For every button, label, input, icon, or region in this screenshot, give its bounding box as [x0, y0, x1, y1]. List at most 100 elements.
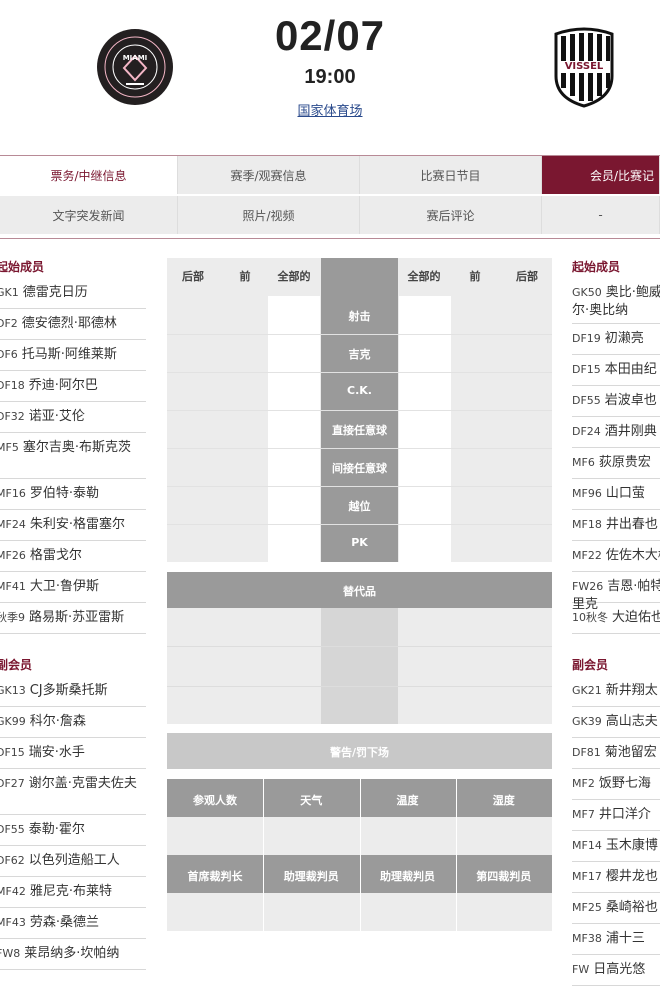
tab-text-news[interactable]: 文字突发新闻 — [0, 196, 178, 234]
player-row[interactable]: MF16 罗伯特·泰勒 — [0, 479, 146, 510]
player-row[interactable]: MF41 大卫·鲁伊斯 — [0, 572, 146, 603]
right-header-back: 后部 — [516, 270, 538, 283]
tab-label: 赛季/观赛信息 — [230, 168, 307, 183]
stat-row-divider — [167, 448, 552, 449]
stat-row-divider — [167, 334, 552, 335]
player-row[interactable]: GK99 科尔·詹森 — [0, 707, 146, 738]
player-row[interactable]: MF22佐佐木大树 — [572, 541, 660, 572]
player-name: 格雷戈尔 — [29, 548, 82, 563]
player-row[interactable]: MF17 樱井龙也 — [572, 862, 660, 893]
player-row[interactable]: GK39 高山志夫 — [572, 707, 660, 738]
player-row[interactable]: MF42 雅尼克·布莱特 — [0, 877, 146, 908]
player-row[interactable]: MF6 荻原贵宏 — [572, 448, 660, 479]
player-row[interactable]: MF7 井口洋介 — [572, 800, 660, 831]
player-name: 饭野七海 — [598, 776, 651, 791]
player-row[interactable]: MF5 塞尔吉奥·布斯克茨 — [0, 433, 146, 479]
player-name: 莱昂纳多·坎帕纳 — [24, 946, 120, 961]
venue-link[interactable]: 国家体育场 — [0, 100, 660, 119]
player-position: DF62 — [0, 854, 25, 867]
player-name: 科尔·詹森 — [29, 714, 86, 729]
player-name: 朱利安·格雷塞尔 — [29, 517, 125, 532]
player-row[interactable]: FW 日高光悠 — [572, 955, 660, 986]
tab-season-info[interactable]: 赛季/观赛信息 — [178, 156, 360, 194]
player-row[interactable]: DF15 本田由纪 — [572, 355, 660, 386]
player-row[interactable]: MF25 桑崎裕也 — [572, 893, 660, 924]
tab-photo-video[interactable]: 照片/视频 — [178, 196, 360, 234]
player-row[interactable]: DF18 乔迪·阿尔巴 — [0, 371, 146, 402]
tab-label: - — [598, 208, 603, 222]
player-row[interactable]: GK21 新井翔太 — [572, 676, 660, 707]
right-header-front: 前 — [469, 270, 481, 283]
player-position: DF15 — [0, 746, 25, 759]
tab-member-record[interactable]: 会员/比赛记 — [542, 156, 660, 194]
player-row[interactable]: DF55 岩波卓也 — [572, 386, 660, 417]
player-row[interactable]: DF15 瑞安·水手 — [0, 738, 146, 769]
tab-ticket-info[interactable]: 票务/中继信息 — [0, 156, 178, 194]
player-row[interactable]: GK1 德雷克日历 — [0, 278, 146, 309]
player-row[interactable]: MF18 井出春也 — [572, 510, 660, 541]
player-row[interactable]: DF19 初濑亮 — [572, 324, 660, 355]
player-position: MF22 — [572, 549, 602, 562]
player-row[interactable]: GK13 CJ多斯桑托斯 — [0, 676, 146, 707]
tab-label: 比赛日节目 — [420, 168, 481, 183]
player-row[interactable]: MF2 饭野七海 — [572, 769, 660, 800]
player-row[interactable]: MF26 格雷戈尔 — [0, 541, 146, 572]
player-name: 佐佐木大树 — [605, 548, 660, 563]
player-row[interactable]: FW8莱昂纳多·坎帕纳 — [0, 939, 146, 970]
stat-label: 吉克 — [348, 348, 371, 361]
sub-divider — [167, 646, 552, 647]
player-position: MF7 — [572, 808, 595, 821]
player-position: MF17 — [572, 870, 602, 883]
tab-label: 文字突发新闻 — [52, 208, 125, 223]
player-row[interactable]: MF24 朱利安·格雷塞尔 — [0, 510, 146, 541]
player-position: GK39 — [572, 715, 602, 728]
player-position: MF14 — [572, 839, 602, 852]
player-row[interactable]: 秋季9 路易斯·苏亚雷斯 — [0, 603, 146, 634]
info-header-cell: 温度 — [396, 794, 419, 807]
player-position: DF15 — [572, 363, 601, 376]
player-row[interactable]: DF24 酒井刚典 — [572, 417, 660, 448]
player-name: 初濑亮 — [604, 331, 644, 346]
player-row[interactable]: MF96 山口萤 — [572, 479, 660, 510]
player-position: MF6 — [572, 456, 595, 469]
player-name: 荻原贵宏 — [598, 455, 651, 470]
player-position: FW8 — [0, 947, 21, 960]
player-row[interactable]: MF38 浦十三 — [572, 924, 660, 955]
player-row[interactable]: MF43 劳森·桑德兰 — [0, 908, 146, 939]
player-row[interactable]: DF2 德安德烈·耶德林 — [0, 309, 146, 340]
player-name: 路易斯·苏亚雷斯 — [29, 610, 125, 625]
player-name: 山口萤 — [605, 486, 645, 501]
player-row[interactable]: DF27 谢尔盖·克雷夫佐夫 — [0, 769, 146, 815]
player-position: 10秋冬 — [572, 611, 608, 624]
player-position: DF81 — [572, 746, 601, 759]
player-row[interactable]: DF6 托马斯·阿维莱斯 — [0, 340, 146, 371]
player-position: MF43 — [0, 916, 26, 929]
player-row[interactable]: DF62 以色列造船工人 — [0, 846, 146, 877]
player-row[interactable]: 10秋冬 大迫佑也 — [572, 603, 660, 634]
player-row[interactable]: DF55 泰勒·霍尔 — [0, 815, 146, 846]
player-name: 桑崎裕也 — [605, 900, 658, 915]
player-row[interactable]: DF32 诺亚·艾伦 — [0, 402, 146, 433]
tab-label: 照片/视频 — [242, 208, 295, 223]
grid-divider — [359, 779, 361, 931]
player-row[interactable]: DF81 菊池留宏 — [572, 738, 660, 769]
referee-header-cell: 助理裁判员 — [380, 870, 435, 883]
player-position: MF38 — [572, 932, 602, 945]
player-position: DF6 — [0, 348, 18, 361]
stat-row-divider — [167, 524, 552, 525]
info-header-cell: 参观人数 — [193, 794, 237, 807]
match-time: 19:00 — [304, 66, 356, 88]
player-position: MF41 — [0, 580, 26, 593]
tab-label: 票务/中继信息 — [50, 168, 127, 183]
player-position: FW26 — [572, 580, 604, 593]
tab-post-match-comment[interactable]: 赛后评论 — [360, 196, 542, 234]
tab-matchday-program[interactable]: 比赛日节目 — [360, 156, 542, 194]
player-row[interactable]: MF14 玉木康博 — [572, 831, 660, 862]
player-row[interactable]: GK50 奥比·鲍威尔·奥比纳 — [572, 278, 660, 324]
player-position: GK50 — [572, 286, 602, 299]
stat-label: 射击 — [348, 310, 371, 323]
player-name: 玉木康博 — [605, 838, 658, 853]
sub-divider — [167, 686, 552, 687]
player-name: CJ多斯桑托斯 — [29, 683, 108, 698]
player-row[interactable]: FW26 吉恩·帕特里克 — [572, 572, 660, 612]
